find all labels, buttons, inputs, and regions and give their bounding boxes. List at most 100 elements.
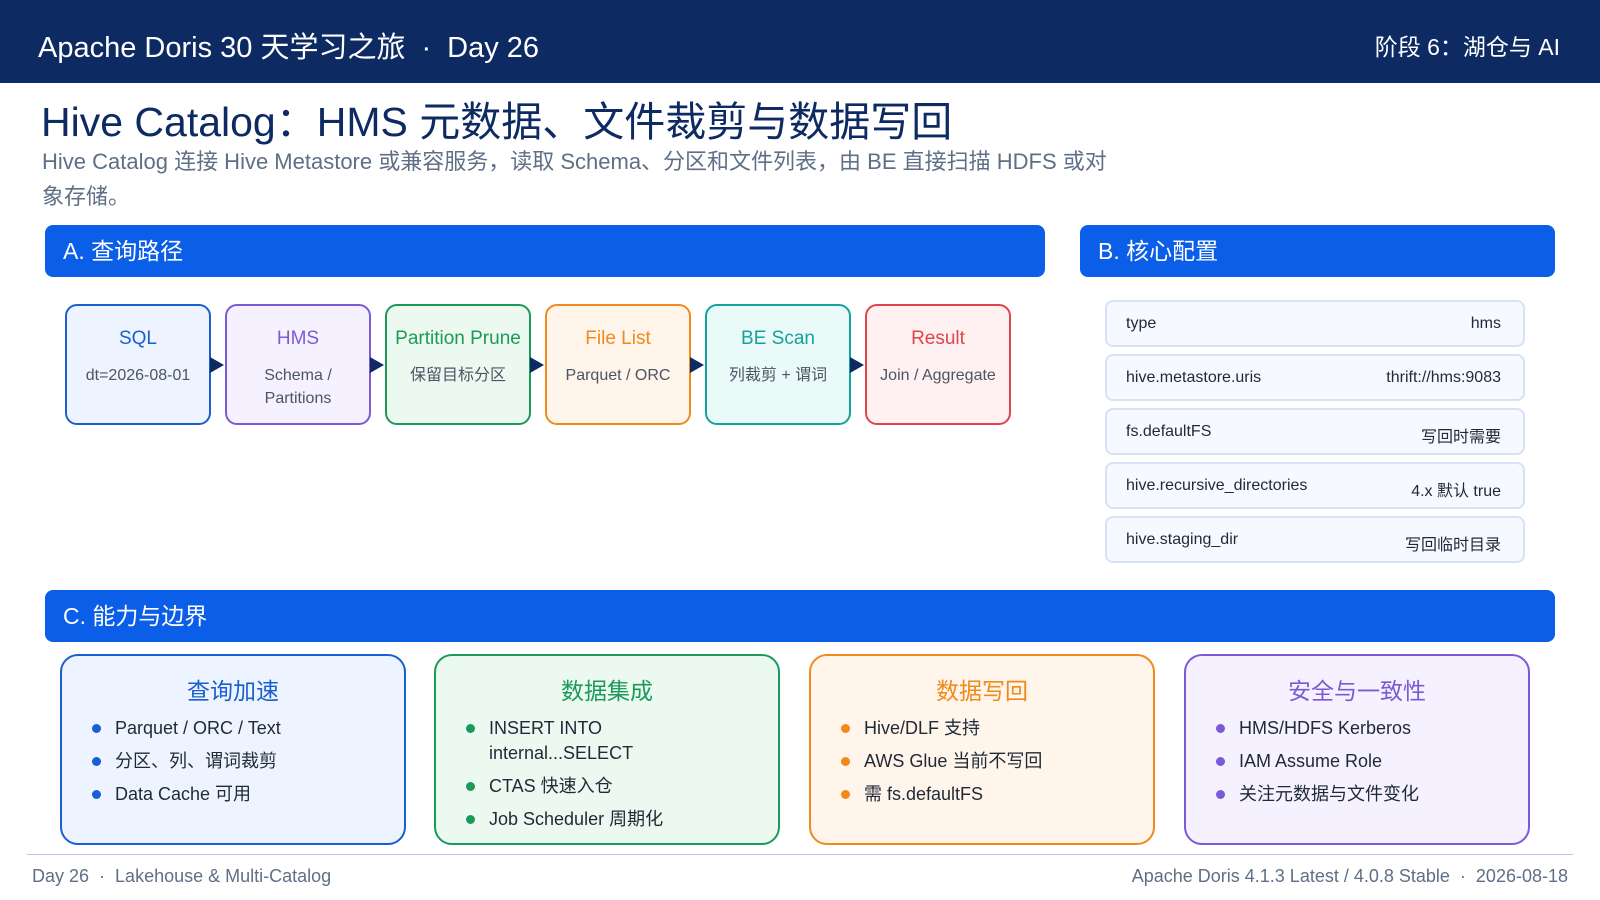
flow-step-file-list: File List Parquet / ORC [545,304,691,425]
list-item: CTAS 快速入仓 [466,774,778,799]
config-row-metastore-uris: hive.metastore.uris thrift://hms:9083 [1105,354,1525,401]
flow-arrow-icon [690,357,704,373]
card-title: 查询加速 [187,678,279,704]
footer-separator: · [99,866,106,886]
list-item: 需 fs.defaultFS [841,782,1153,807]
bullet-icon [92,790,101,799]
flow-arrow-icon [850,357,864,373]
header-separator: · [421,32,432,64]
list-item: Data Cache 可用 [92,782,404,807]
bullet-icon [92,757,101,766]
flow-step-title: HMS [276,328,320,349]
card-list: INSERT INTO internal...SELECT CTAS 快速入仓 … [436,716,778,832]
flow-step-result: Result Join / Aggregate [865,304,1011,425]
page-title: Hive Catalog：HMS 元数据、文件裁剪与数据写回 [41,99,953,145]
list-item-text: INSERT INTO internal...SELECT [489,718,634,763]
flow-step-title: Partition Prune [395,328,521,349]
flow-step-title: Result [911,328,965,349]
header-stage: 阶段 6：湖仓与 AI [1374,34,1560,60]
list-item: Hive/DLF 支持 [841,716,1153,741]
config-value: thrift://hms:9083 [1386,369,1501,386]
list-item-text: Job Scheduler 周期化 [489,809,664,829]
list-item-text: IAM Assume Role [1239,751,1383,771]
card-security-consistency: 安全与一致性 HMS/HDFS Kerberos IAM Assume Role… [1184,654,1530,845]
card-data-writeback: 数据写回 Hive/DLF 支持 AWS Glue 当前不写回 需 fs.def… [809,654,1155,845]
config-row-recursive-directories: hive.recursive_directories 4.x 默认 true [1105,462,1525,509]
bullet-icon [841,790,850,799]
list-item: INSERT INTO internal...SELECT [466,716,778,766]
config-key: type [1126,315,1157,332]
list-item-text: 关注元数据与文件变化 [1239,784,1419,804]
header-title-group: Apache Doris 30 天学习之旅 · Day 26 [38,24,539,66]
list-item: HMS/HDFS Kerberos [1216,716,1528,741]
header-day: Day 26 [447,32,540,64]
list-item-text: 分区、列、谓词裁剪 [115,751,277,771]
bullet-icon [841,724,850,733]
config-row-default-fs: fs.defaultFS 写回时需要 [1105,408,1525,455]
flow-step-sub: 保留目标分区 [409,367,506,384]
flow-arrow-icon [210,357,224,373]
flow-step-hms: HMS Schema / Partitions [225,304,371,425]
flow-arrow-icon [370,357,384,373]
config-value: hms [1470,315,1501,332]
card-query-acceleration: 查询加速 Parquet / ORC / Text 分区、列、谓词裁剪 Data… [60,654,406,845]
list-item: AWS Glue 当前不写回 [841,749,1153,774]
flow-step-title: SQL [118,328,158,349]
bullet-icon [841,757,850,766]
card-list: Parquet / ORC / Text 分区、列、谓词裁剪 Data Cach… [62,716,404,807]
config-row-staging-dir: hive.staging_dir 写回临时目录 [1105,516,1525,563]
footer-date: 2026-08-18 [1475,866,1568,886]
config-value: 写回时需要 [1420,429,1501,446]
flow-arrow-icon [530,357,544,373]
list-item: IAM Assume Role [1216,749,1528,774]
flow-step-sub: 列裁剪 + 谓词 [728,367,828,384]
list-item: Parquet / ORC / Text [92,716,404,741]
header-title: Apache Doris 30 天学习之旅 [38,32,406,64]
card-list: HMS/HDFS Kerberos IAM Assume Role 关注元数据与… [1186,716,1528,807]
footer-day: Day 26 [32,866,90,886]
card-title: 数据集成 [561,678,653,704]
list-item: 关注元数据与文件变化 [1216,782,1528,807]
config-key: hive.staging_dir [1126,531,1239,548]
flow-step-sql: SQL dt=2026-08-01 [65,304,211,425]
flow-step-title: File List [585,328,651,349]
list-item-text: Parquet / ORC / Text [115,718,281,738]
bullet-icon [466,782,475,791]
list-item-text: HMS/HDFS Kerberos [1239,718,1412,738]
list-item-text: Data Cache 可用 [115,784,252,804]
bullet-icon [466,724,475,733]
section-a-header: A. 查询路径 [45,225,1045,277]
flow-step-sub: dt=2026-08-01 [85,367,191,384]
flow-step-title: BE Scan [741,328,815,349]
config-key: hive.metastore.uris [1126,369,1262,386]
footer-version: Apache Doris 4.1.3 Latest / 4.0.8 Stable [1131,866,1450,886]
config-key: fs.defaultFS [1126,423,1212,440]
section-c-header: C. 能力与边界 [45,590,1555,642]
list-item: Job Scheduler 周期化 [466,807,778,832]
config-row-type: type hms [1105,300,1525,347]
section-b-header: B. 核心配置 [1080,225,1555,277]
config-key: hive.recursive_directories [1126,477,1308,494]
list-item-text: Hive/DLF 支持 [864,718,981,738]
footer-left: Day 26 · Lakehouse & Multi-Catalog [32,866,331,887]
footer-topic: Lakehouse & Multi-Catalog [115,866,332,886]
bullet-icon [1216,724,1225,733]
flow-step-sub: Schema / Partitions [264,367,332,407]
page-subtitle: Hive Catalog 连接 Hive Metastore 或兼容服务，读取 … [42,149,1107,209]
card-title: 数据写回 [936,678,1028,704]
footer-divider [27,854,1573,855]
bullet-icon [1216,757,1225,766]
flow-step-sub: Parquet / ORC [565,367,671,384]
list-item-text: AWS Glue 当前不写回 [864,751,1043,771]
config-value: 写回临时目录 [1404,537,1501,554]
flow-step-be-scan: BE Scan 列裁剪 + 谓词 [705,304,851,425]
list-item-text: 需 fs.defaultFS [864,784,984,804]
bullet-icon [1216,790,1225,799]
card-title: 安全与一致性 [1288,678,1426,704]
footer-right: Apache Doris 4.1.3 Latest / 4.0.8 Stable… [1132,866,1568,887]
flow-step-partition-prune: Partition Prune 保留目标分区 [385,304,531,425]
card-data-integration: 数据集成 INSERT INTO internal...SELECT CTAS … [434,654,780,845]
config-value: 4.x 默认 true [1411,483,1501,500]
bullet-icon [466,815,475,824]
header-bar: Apache Doris 30 天学习之旅 · Day 26 阶段 6：湖仓与 AI [0,0,1600,83]
